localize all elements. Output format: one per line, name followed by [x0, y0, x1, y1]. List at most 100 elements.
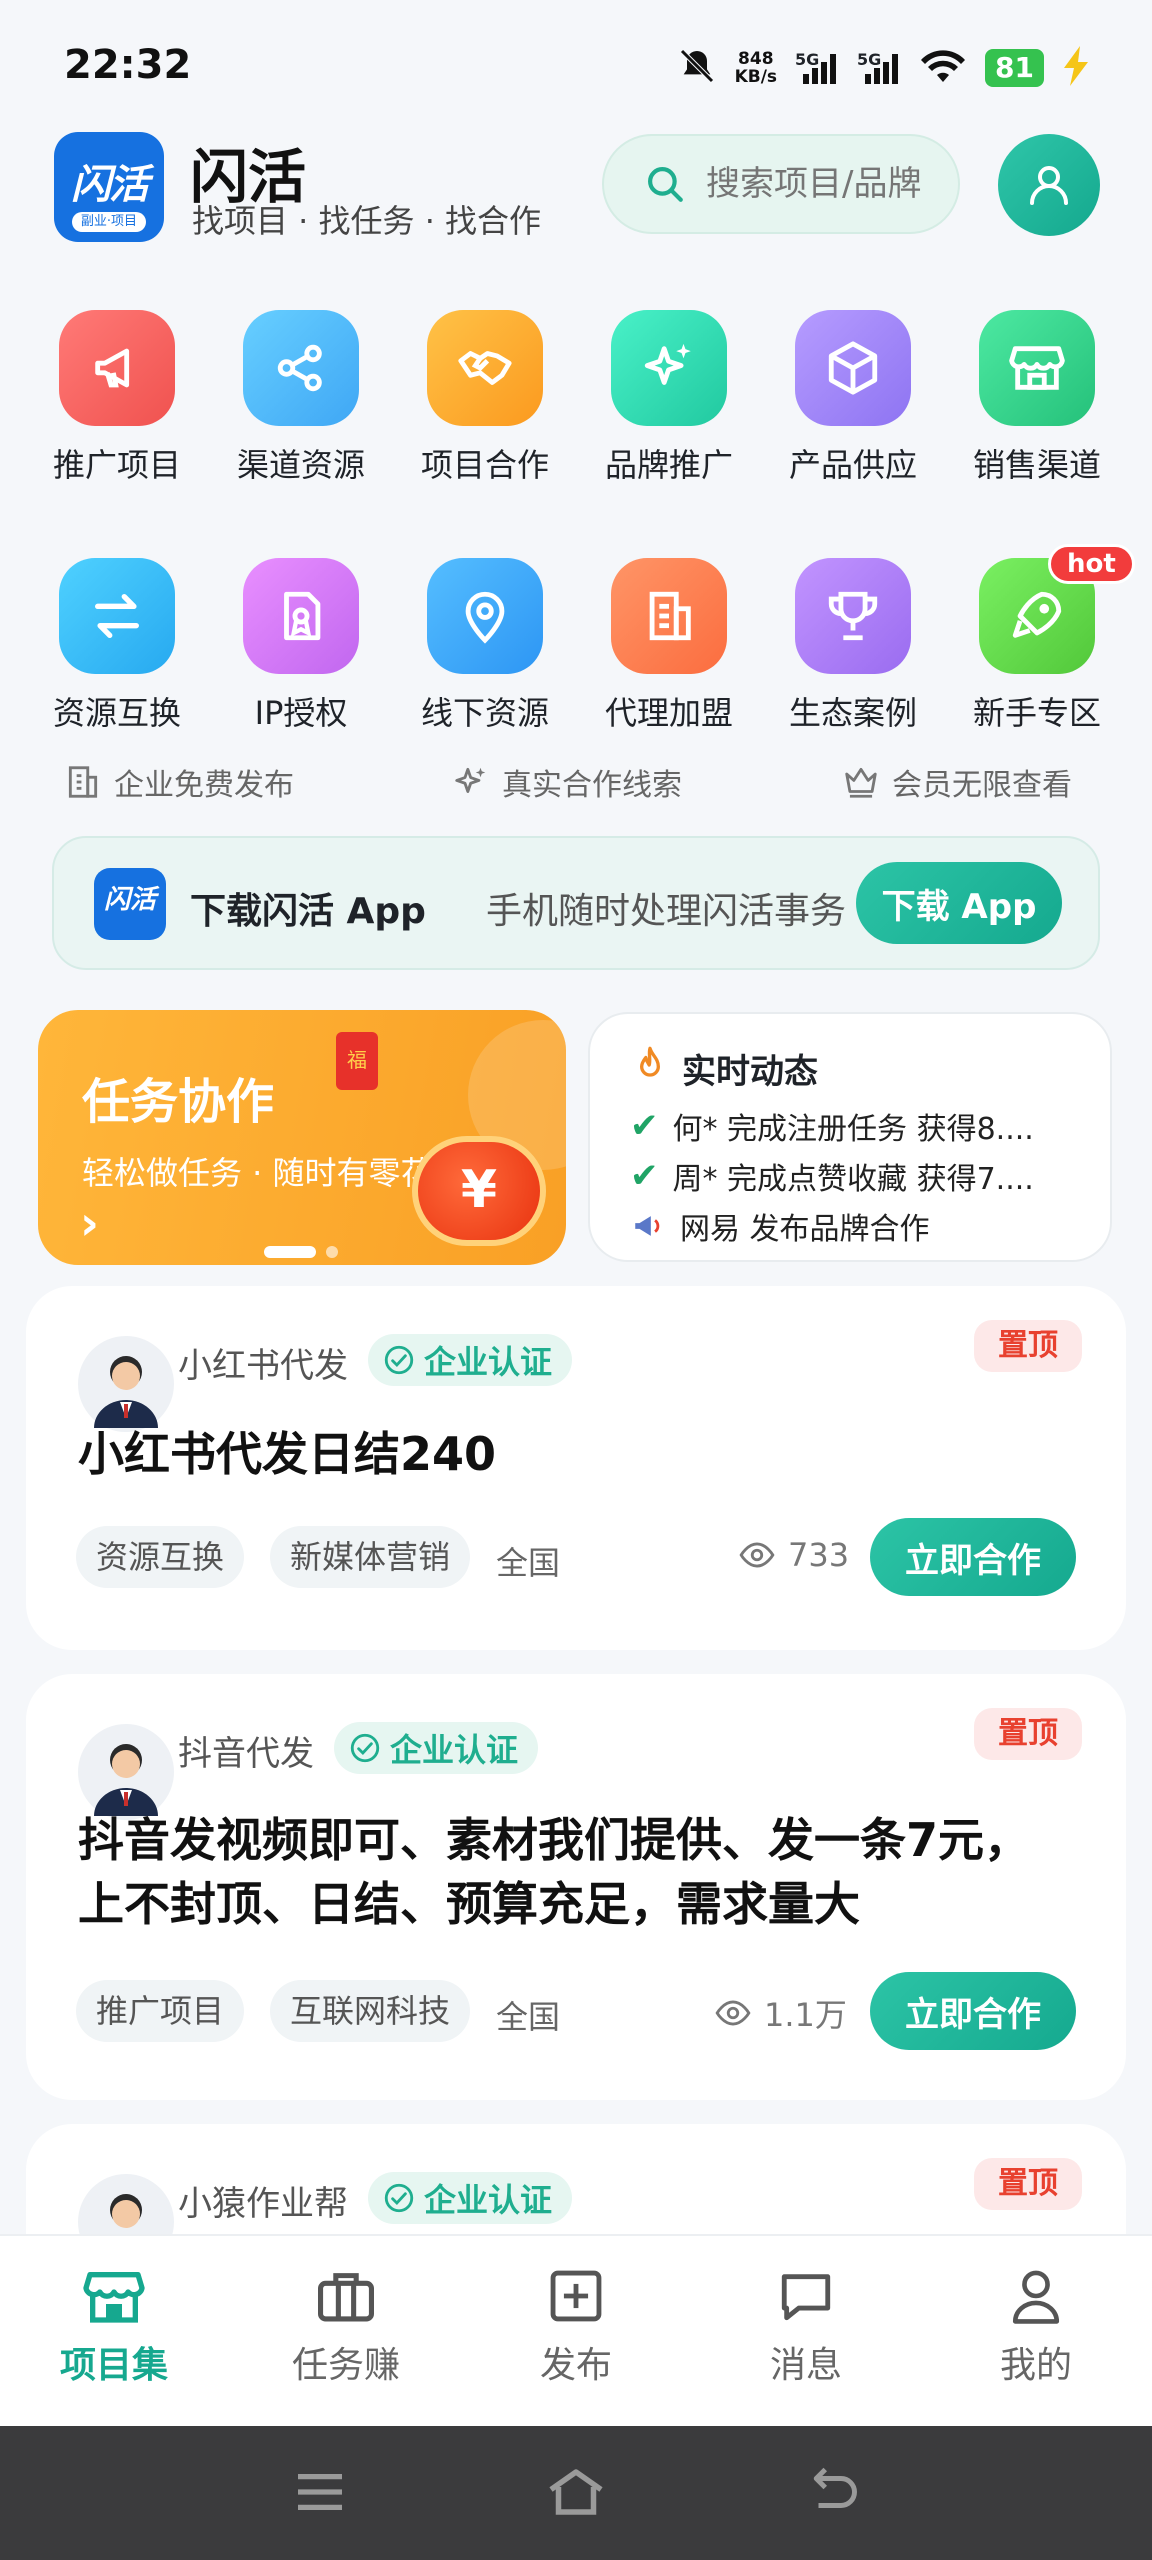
user-icon — [1004, 2264, 1068, 2328]
signal-label-2: 5G — [857, 50, 882, 69]
signal-label: 5G — [795, 50, 820, 69]
category-label: 生态案例 — [788, 694, 917, 732]
category-item[interactable]: 推广项目 — [32, 310, 202, 486]
license-icon — [243, 558, 359, 674]
feature-free-publish: 企业免费发布 — [64, 760, 294, 804]
back-icon[interactable] — [792, 2462, 872, 2522]
carousel-dot — [326, 1246, 338, 1258]
megaphone-icon — [59, 310, 175, 426]
feature-strip: 企业免费发布 真实合作线索 会员无限查看 — [0, 760, 1152, 820]
home-icon[interactable] — [536, 2462, 616, 2522]
category-item[interactable]: 渠道资源 — [216, 310, 386, 486]
sparkle-icon — [611, 310, 727, 426]
carousel-dot-active — [264, 1246, 316, 1258]
category-label: 资源互换 — [52, 694, 181, 732]
carousel-indicator — [264, 1246, 338, 1258]
pinned-badge: 置顶 — [974, 1320, 1082, 1372]
live-feed-card[interactable]: 实时动态 ✔ 何* 完成注册任务 获得8.... ✔ 周* 完成点赞收藏 获得7… — [588, 1012, 1112, 1262]
tab-me[interactable]: 我的 — [936, 2264, 1136, 2388]
live-title: 实时动态 — [682, 1052, 818, 1092]
chevron-right-icon: › — [80, 1196, 99, 1250]
feature-real-leads: 真实合作线索 — [452, 760, 682, 804]
enterprise-verified-badge: 企业认证 — [368, 2172, 573, 2224]
download-title: 下载闪活 App — [190, 891, 426, 932]
category-item[interactable]: 项目合作 — [400, 310, 570, 486]
check-icon: ✔ — [630, 1156, 659, 1196]
tab-messages[interactable]: 消息 — [706, 2264, 906, 2388]
megaphone-icon — [635, 1216, 660, 1236]
app-header: 闪活 副业·项目 闪活 找项目 · 找任务 · 找合作 — [0, 130, 1152, 290]
feature-label: 企业免费发布 — [114, 768, 294, 803]
category-label: 新手专区 — [972, 694, 1101, 732]
category-item[interactable]: IP授权 — [216, 558, 386, 734]
post-tag[interactable]: 推广项目 — [76, 1980, 245, 2042]
category-item[interactable]: 线下资源 — [400, 558, 570, 734]
menu-icon[interactable] — [280, 2462, 360, 2522]
plus-square-icon — [544, 2264, 608, 2328]
hot-badge: hot — [1048, 544, 1135, 584]
post-card[interactable]: 小红书代发 企业认证 置顶 小红书代发日结240 资源互换 新媒体营销 全国 7… — [26, 1286, 1126, 1650]
signal-icon: 5G — [795, 50, 839, 86]
category-item[interactable]: 代理加盟 — [584, 558, 754, 734]
task-promo-card[interactable]: 福 任务协作 轻松做任务 · 随时有零花 › ¥ — [38, 1010, 566, 1265]
category-item[interactable]: 生态案例 — [768, 558, 938, 734]
view-count-value: 733 — [788, 1536, 850, 1574]
category-item[interactable]: 产品供应 — [768, 310, 938, 486]
tab-label: 任务赚 — [291, 2345, 400, 2386]
post-title: 小红书代发日结240 — [78, 1427, 497, 1481]
cooperate-button[interactable]: 立即合作 — [870, 1972, 1076, 2050]
post-tag[interactable]: 新媒体营销 — [270, 1526, 471, 1588]
post-title-line: 抖音发视频即可、素材我们提供、发一条7元， — [78, 1813, 1031, 1867]
search-input[interactable] — [706, 164, 946, 204]
post-title-line: 上不封顶、日结、预算充足，需求量大 — [78, 1877, 860, 1931]
live-item-text: 周* 完成点赞收藏 获得7.... — [672, 1162, 1034, 1197]
live-item-text: 网易 发布品牌合作 — [680, 1212, 930, 1247]
app-logo[interactable]: 闪活 副业·项目 — [54, 132, 164, 242]
verified-icon — [384, 2183, 414, 2213]
category-label: 产品供应 — [788, 446, 917, 484]
category-label: 品牌推广 — [604, 446, 733, 484]
download-banner[interactable]: 闪活 下载闪活 App 手机随时处理闪活事务 下载 App — [52, 836, 1100, 970]
post-tag[interactable]: 资源互换 — [76, 1526, 245, 1588]
message-icon — [774, 2264, 838, 2328]
post-card[interactable]: 抖音代发 企业认证 置顶 抖音发视频即可、素材我们提供、发一条7元， 上不封顶、… — [26, 1674, 1126, 2100]
category-item[interactable]: 资源互换 — [32, 558, 202, 734]
status-icons: 848 KB/s 5G 5G 81 — [677, 44, 1092, 92]
mute-icon — [677, 46, 717, 90]
cooperate-button[interactable]: 立即合作 — [870, 1518, 1076, 1596]
bottom-tab-bar: 项目集 任务赚 发布 消息 我的 — [0, 2234, 1152, 2426]
live-item: 网易 发布品牌合作 — [630, 1204, 930, 1248]
profile-button[interactable] — [998, 134, 1100, 236]
download-logo: 闪活 — [94, 868, 166, 940]
share-icon — [243, 310, 359, 426]
post-tag[interactable]: 互联网科技 — [270, 1980, 471, 2042]
location-icon — [427, 558, 543, 674]
sparkle-outline-icon — [455, 767, 486, 793]
eye-icon — [739, 1542, 775, 1568]
category-item[interactable]: 销售渠道 — [952, 310, 1122, 486]
author-avatar — [78, 1724, 174, 1820]
category-label: IP授权 — [254, 694, 348, 732]
category-row-2: 资源互换 IP授权 线下资源 代理加盟 生态案例 hot 新手专区 — [0, 544, 1152, 732]
download-app-button[interactable]: 下载 App — [856, 862, 1062, 944]
category-item[interactable]: hot 新手专区 — [952, 544, 1135, 734]
battery-icon: 81 — [985, 49, 1044, 87]
system-nav-bar — [0, 2426, 1152, 2560]
tab-tasks[interactable]: 任务赚 — [246, 2264, 446, 2388]
feature-label: 真实合作线索 — [502, 768, 682, 803]
live-item: ✔ 何* 完成注册任务 获得8.... — [630, 1104, 1034, 1148]
red-envelope-icon: 福 — [336, 1032, 378, 1090]
tab-label: 项目集 — [59, 2345, 168, 2386]
category-item[interactable]: 品牌推广 — [584, 310, 754, 486]
verify-label: 企业认证 — [390, 1731, 519, 1769]
author-avatar — [78, 1336, 174, 1432]
view-count: 733 — [738, 1536, 849, 1574]
category-label: 线下资源 — [420, 694, 549, 732]
logo-text: 闪活 — [71, 162, 149, 208]
search-bar[interactable] — [602, 134, 960, 234]
tab-projects[interactable]: 项目集 — [14, 2264, 214, 2388]
flame-icon — [640, 1046, 660, 1077]
tab-publish[interactable]: 发布 — [476, 2264, 676, 2388]
crown-icon — [845, 767, 877, 798]
verified-icon — [384, 1345, 414, 1375]
